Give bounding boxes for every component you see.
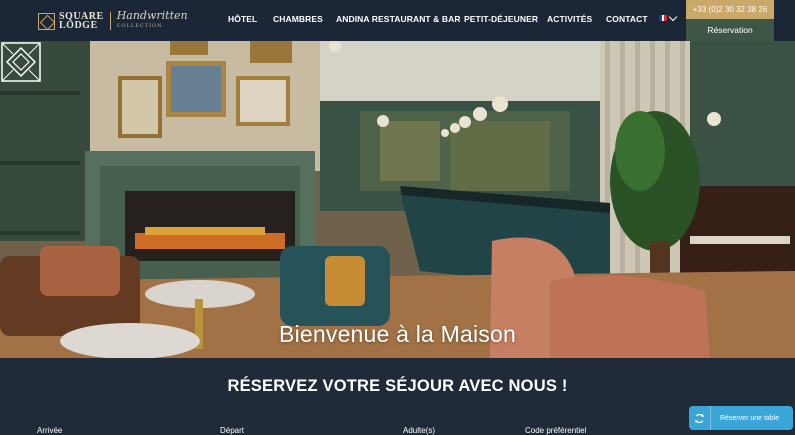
promo-code-label: Code préférentiel [525,426,587,435]
adults-label: Adulte(s) [403,426,436,435]
language-selector[interactable] [659,12,678,21]
book-table-label: Réserver une table [720,414,780,422]
logo[interactable]: SQUARE LODGE Handwritten COLLECTION [38,10,188,32]
logo-divider [109,12,111,30]
logo-emblem-icon [38,12,55,30]
french-flag-icon [659,15,668,21]
hero-banner: Bienvenue à la Maison [0,41,795,358]
phone-number[interactable]: +33 (0)2 30 32 38 26 [686,0,774,19]
reservation-button[interactable]: Réservation [686,19,774,41]
nav-item-chambres[interactable]: CHAMBRES [273,14,323,24]
nav-item-hotel[interactable]: HÔTEL [228,14,257,24]
site-header: SQUARE LODGE Handwritten COLLECTION HÔTE… [0,0,795,41]
logo-line2: LODGE [59,20,98,31]
book-table-button[interactable]: Réserver une table [689,406,793,430]
nav-item-contact[interactable]: CONTACT [606,14,648,24]
arrival-label: Arrivée [37,426,63,435]
table-booking-icon [689,406,711,430]
hero-title: Bienvenue à la Maison [279,321,516,347]
booking-title: RÉSERVEZ VOTRE SÉJOUR AVEC NOUS ! [227,377,568,395]
logo-script-sub: COLLECTION [116,23,163,29]
nav-item-petit-dejeuner[interactable]: PETIT-DÉJEUNER [464,14,538,24]
nav-item-restaurant[interactable]: ANDINA RESTAURANT & BAR [336,14,461,24]
house-emblem-icon [1,42,41,82]
booking-section: RÉSERVEZ VOTRE SÉJOUR AVEC NOUS ! Arrivé… [0,358,795,435]
chevron-down-icon [668,12,678,21]
hero-photo [0,41,795,358]
departure-label: Départ [220,426,245,435]
nav-item-activites[interactable]: ACTIVITÉS [547,14,592,24]
